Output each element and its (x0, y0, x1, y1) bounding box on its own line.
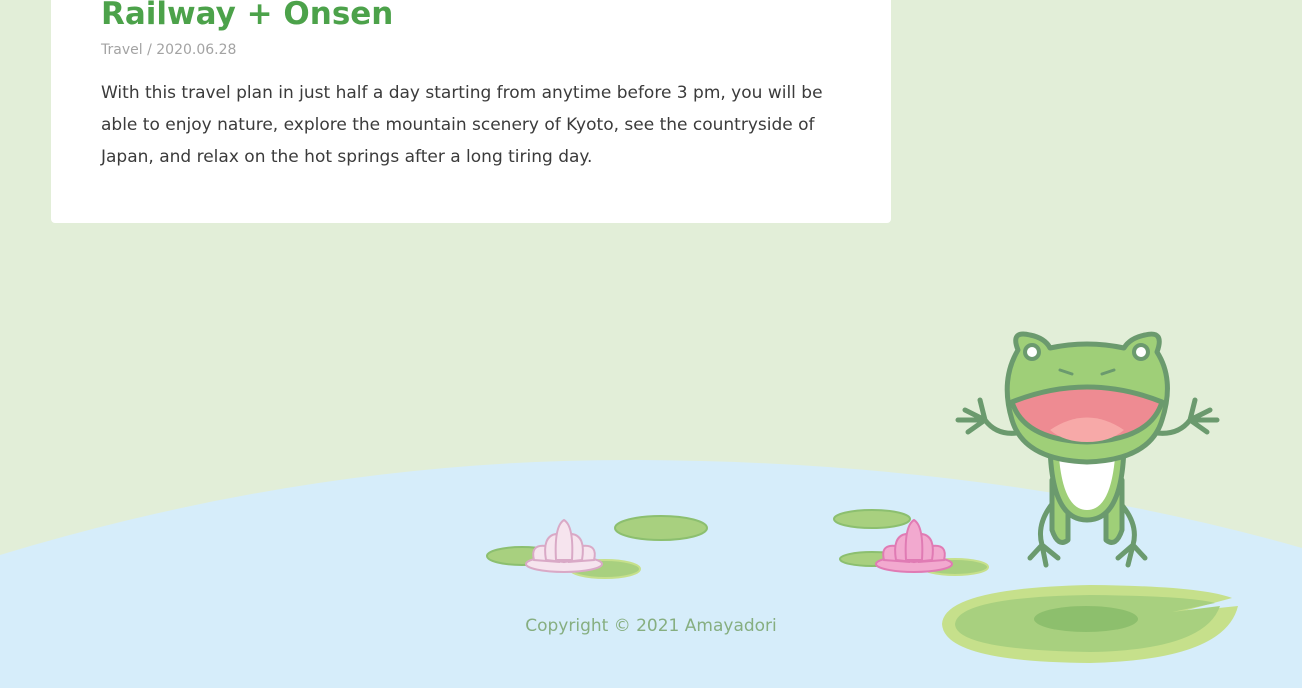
page: Railway + Onsen Travel / 2020.06.28 With… (0, 0, 1302, 688)
post-category-link[interactable]: Travel (101, 42, 143, 58)
post-meta: Travel / 2020.06.28 (101, 42, 236, 58)
meta-separator: / (142, 42, 157, 58)
post-title[interactable]: Railway + Onsen (101, 0, 393, 48)
post-excerpt: With this travel plan in just half a day… (101, 83, 823, 167)
lily-pad (614, 515, 708, 541)
lily-pad (833, 509, 911, 529)
post-date: 2020.06.28 (156, 42, 237, 58)
footer-copyright: Copyright © 2021 Amayadori (525, 616, 777, 636)
post-card: Railway + Onsen Travel / 2020.06.28 With… (51, 0, 891, 223)
